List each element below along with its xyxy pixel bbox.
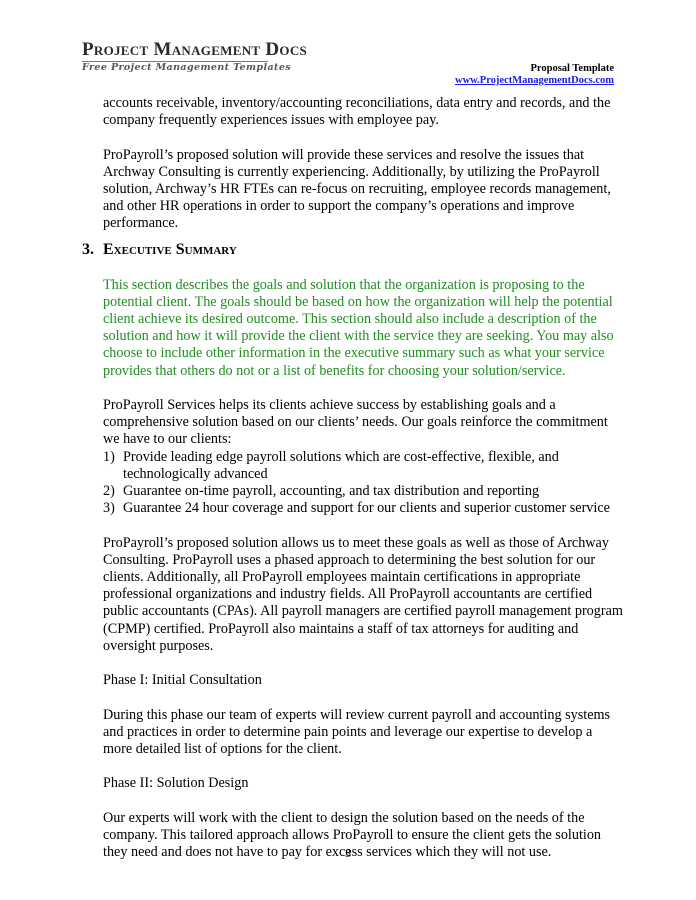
section-title: Executive Summary bbox=[103, 241, 237, 258]
paragraph-solution: ProPayroll’s proposed solution will prov… bbox=[103, 146, 611, 232]
phase2-title: Phase II: Solution Design bbox=[103, 775, 249, 792]
goal-item: 2) Guarantee on-time payroll, accounting,… bbox=[103, 483, 540, 500]
logo: Project Management Docs Free Project Man… bbox=[82, 40, 307, 74]
logo-subtitle: Free Project Management Templates bbox=[82, 62, 292, 73]
document-body: accounts receivable, inventory/accountin… bbox=[103, 95, 623, 861]
goal-item: 1) Provide leading edge payroll solutions… bbox=[103, 448, 559, 482]
phase1-text: During this phase our team of experts wi… bbox=[103, 706, 611, 758]
logo-title: Project Management Docs bbox=[82, 39, 308, 60]
section-guidance: This section describes the goals and sol… bbox=[103, 276, 614, 379]
document-page: Project Management Docs Free Project Man… bbox=[0, 0, 696, 900]
paragraph-approach: ProPayroll’s proposed solution allows us… bbox=[103, 534, 623, 654]
page-number: 3 bbox=[345, 846, 351, 860]
phase1-title: Phase I: Initial Consultation bbox=[103, 672, 262, 689]
paragraph-continued: accounts receivable, inventory/accountin… bbox=[103, 95, 611, 129]
section-number: 3. bbox=[82, 241, 94, 258]
goals-list: 1) Provide leading edge payroll solutions… bbox=[103, 449, 623, 518]
goal-item: 3) Guarantee 24 hour coverage and support… bbox=[103, 500, 610, 517]
section-heading: 3. Executive Summary bbox=[82, 241, 237, 259]
paragraph-goals-intro: ProPayroll Services helps its clients ac… bbox=[103, 397, 608, 448]
site-link[interactable]: www.ProjectManagementDocs.com bbox=[455, 75, 614, 86]
doc-type-label: Proposal Template bbox=[530, 63, 614, 74]
header-right: Proposal Template www.ProjectManagementD… bbox=[455, 63, 614, 87]
